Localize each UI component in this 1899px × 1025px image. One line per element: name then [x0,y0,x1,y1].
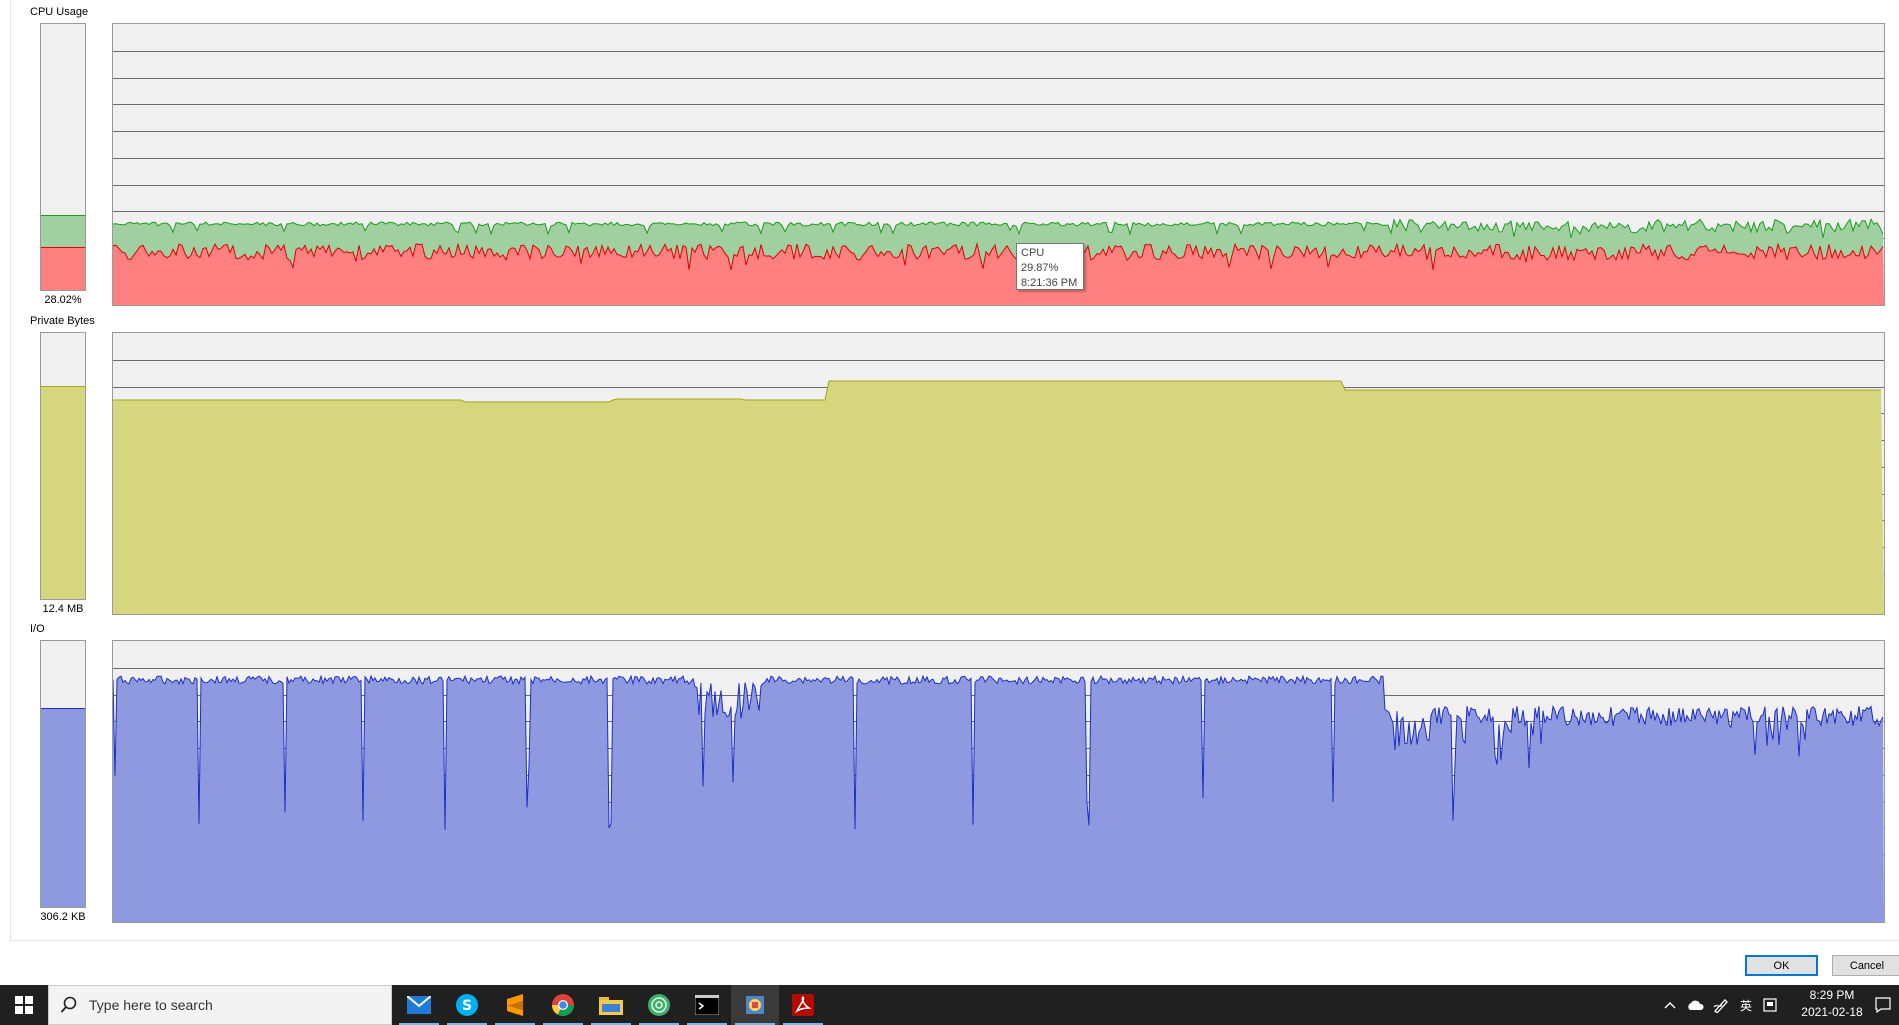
private-bytes-meter [40,332,86,600]
io-value: 306.2 KB [40,911,86,923]
terminal-icon[interactable] [683,985,731,1025]
io-label: I/O [30,623,45,635]
io-meter [40,640,86,908]
chrome-icon[interactable] [539,985,587,1025]
acrobat-icon[interactable] [779,985,827,1025]
tooltip-value: 29.87% [1021,262,1059,274]
ok-button[interactable]: OK [1745,955,1818,976]
cpu-usage-value: 28.02% [44,294,82,306]
cancel-button[interactable]: Cancel [1832,955,1899,976]
ime-language-indicator[interactable]: 英 [1736,985,1756,1025]
onedrive-cloud-icon[interactable] [1684,985,1706,1025]
private-bytes-graph[interactable] [112,332,1885,615]
process-explorer-icon[interactable] [731,985,779,1025]
private-bytes-area [113,381,1884,614]
svg-text:S: S [462,998,472,1014]
windows-logo-icon [15,996,33,1014]
io-fill [41,707,85,907]
cpu-graph-plot [113,51,1884,305]
spiral-app-icon[interactable] [635,985,683,1025]
tooltip-time: 8:21:36 PM [1021,277,1078,289]
cpu-tooltip: CPU 29.87% 8:21:36 PM [1016,243,1084,290]
action-center-notification-icon[interactable] [1870,985,1896,1025]
cpu-usage-meter [40,23,86,291]
search-placeholder: Type here to search [89,997,213,1013]
private-bytes-fill [41,386,85,599]
start-button[interactable] [0,985,48,1025]
cpu-usage-label: CPU Usage [30,6,89,18]
pen-workspace-icon[interactable] [1710,985,1732,1025]
io-graph[interactable] [112,640,1885,923]
private-bytes-value: 12.4 MB [42,603,84,615]
show-hidden-icons-chevron-icon[interactable] [1660,985,1680,1025]
tooltip-title: CPU [1021,247,1045,259]
private-bytes-plot [113,360,1884,614]
ime-mode-icon[interactable] [1760,985,1780,1025]
cpu-usage-graph[interactable] [112,23,1885,306]
io-area [113,676,1884,922]
taskbar: Type here to search S 英 8:29 PM 2021-02-… [0,985,1899,1025]
taskbar-clock[interactable]: 8:29 PM 2021-02-18 [1782,987,1882,1023]
sublime-icon[interactable] [491,985,539,1025]
clock-date: 2021-02-18 [1801,1005,1863,1019]
cpu-kernel-fill [41,247,85,290]
clock-time: 8:29 PM [1809,988,1855,1002]
file-explorer-icon[interactable] [587,985,635,1025]
skype-icon[interactable]: S [443,985,491,1025]
search-icon [49,996,89,1014]
mail-icon[interactable] [395,985,443,1025]
taskbar-search[interactable]: Type here to search [48,985,392,1025]
io-plot [113,668,1884,922]
private-bytes-label: Private Bytes [30,315,95,327]
